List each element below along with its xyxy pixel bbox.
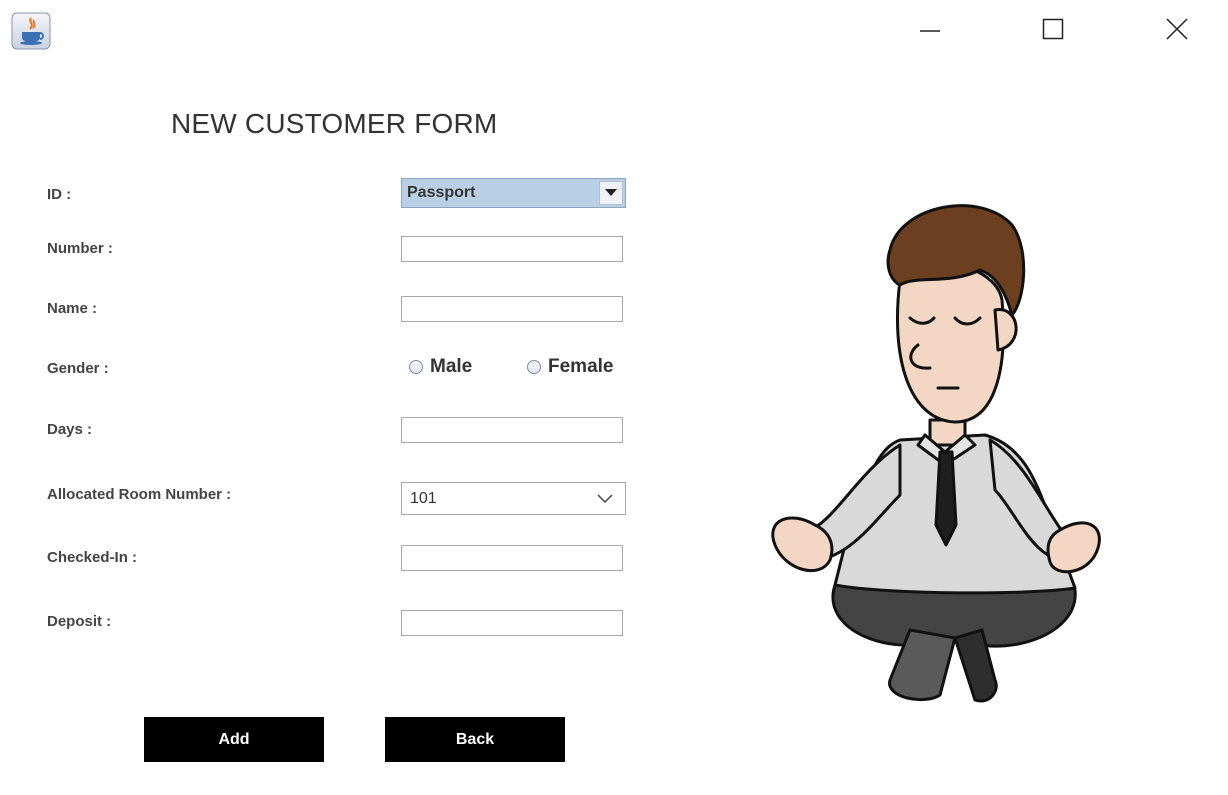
number-input[interactable] (401, 236, 623, 262)
room-number-value: 101 (410, 490, 437, 507)
room-label: Allocated Room Number : (47, 486, 232, 503)
dropdown-arrow-button[interactable] (599, 181, 623, 205)
number-label: Number : (47, 240, 113, 257)
days-label: Days : (47, 421, 93, 438)
maximize-icon (1041, 17, 1065, 46)
name-label: Name : (47, 300, 98, 317)
back-button[interactable]: Back (385, 717, 565, 762)
checked-in-input[interactable] (401, 545, 623, 571)
caret-down-icon (605, 184, 617, 202)
id-label: ID : (47, 186, 72, 203)
close-icon (1164, 16, 1190, 47)
close-button[interactable] (1154, 14, 1200, 48)
gender-label: Gender : (47, 360, 109, 377)
id-type-dropdown[interactable]: Passport (401, 178, 626, 208)
gender-female-radio[interactable]: Female (527, 356, 613, 378)
male-option-label: Male (430, 356, 473, 377)
maximize-button[interactable] (1030, 14, 1076, 48)
java-app-icon[interactable] (10, 12, 52, 50)
deposit-input[interactable] (401, 610, 623, 636)
id-type-value: Passport (407, 184, 476, 201)
checked-in-label: Checked-In : (47, 549, 138, 566)
female-option-label: Female (548, 356, 614, 377)
radio-circle-icon (409, 360, 423, 374)
room-number-dropdown[interactable]: 101 (401, 482, 626, 515)
form-title: NEW CUSTOMER FORM (171, 108, 498, 139)
chevron-down-icon (597, 491, 613, 510)
meditating-man-illustration (750, 190, 1120, 710)
radio-circle-icon (527, 360, 541, 374)
name-input[interactable] (401, 296, 623, 322)
gender-male-radio[interactable]: Male (409, 356, 472, 378)
minimize-button[interactable] (907, 14, 953, 48)
minimize-icon (918, 17, 942, 46)
add-button[interactable]: Add (144, 717, 324, 762)
days-input[interactable] (401, 417, 623, 443)
deposit-label: Deposit : (47, 613, 112, 630)
